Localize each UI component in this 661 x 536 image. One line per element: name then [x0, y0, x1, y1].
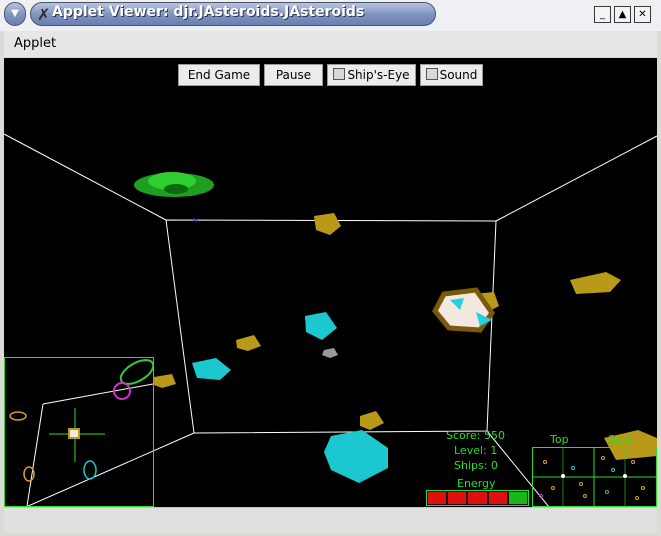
minimap-player — [68, 428, 80, 439]
energy-cell — [508, 492, 528, 504]
status-bar — [4, 507, 657, 533]
menu-bar: Applet — [4, 31, 657, 57]
sound-label: Sound — [439, 68, 478, 82]
asteroid-cyan — [192, 358, 231, 380]
asteroid-gold — [154, 374, 176, 388]
minimize-icon[interactable]: _ — [594, 6, 611, 23]
asteroid-gold — [570, 272, 621, 294]
gold-asteroids — [154, 213, 657, 460]
energy-cell — [448, 492, 467, 504]
side-label: Side — [608, 433, 632, 446]
title-bar: ▼ ✗ Applet Viewer: djr.JAsteroids.JAster… — [0, 0, 661, 31]
x-logo-icon: ✗ — [37, 5, 51, 24]
minimap-asteroid-cyan — [83, 460, 97, 480]
ships-eye-checkbox[interactable]: Ship's-Eye — [327, 64, 416, 86]
sound-checkbox[interactable]: Sound — [420, 64, 483, 86]
energy-bar — [426, 490, 529, 506]
ships-text: Ships: 0 — [454, 459, 498, 472]
sound-checkbox-box[interactable] — [425, 68, 438, 80]
alien-saucer — [134, 172, 214, 197]
ships-eye-label: Ship's-Eye — [347, 68, 410, 82]
ship-view-minimap — [4, 357, 154, 507]
window-menu-button[interactable]: ▼ — [4, 2, 26, 26]
arena-edge-tr — [495, 135, 657, 222]
window-title: Applet Viewer: djr.JAsteroids.JAsteroids — [52, 4, 365, 20]
minimap-saucer — [119, 359, 153, 385]
score-text: Score: 550 — [446, 429, 506, 442]
radar-panel — [532, 447, 657, 507]
energy-label: Energy — [457, 477, 496, 490]
energy-cell — [428, 492, 447, 504]
asteroid-gold — [314, 213, 341, 235]
arena-edge-tl — [4, 133, 167, 221]
end-game-button[interactable]: End Game — [178, 64, 260, 86]
top-label: Top — [550, 433, 569, 446]
ships-eye-checkbox-box[interactable] — [333, 68, 346, 80]
asteroid-grey — [322, 348, 338, 358]
asteroid-cyan — [305, 312, 337, 340]
minimap-drawing — [9, 359, 153, 506]
distant-object — [192, 218, 198, 222]
window-border — [657, 31, 661, 536]
asteroid-gold — [360, 411, 384, 430]
energy-cell — [468, 492, 487, 504]
radar-player-top — [561, 474, 565, 478]
game-viewport[interactable]: End Game Pause Ship's-Eye Sound Score: 5… — [4, 58, 657, 507]
cyan-asteroids — [192, 312, 388, 483]
minimap-asteroid — [9, 411, 27, 421]
energy-cell — [488, 492, 507, 504]
chevron-down-icon: ▼ — [11, 8, 19, 19]
pause-button[interactable]: Pause — [264, 64, 323, 86]
maximize-icon[interactable]: ▲ — [614, 6, 631, 23]
radar-player-side — [623, 474, 627, 478]
close-icon[interactable]: ✕ — [634, 6, 651, 23]
asteroid-gold — [236, 335, 261, 351]
level-text: Level: 1 — [454, 444, 498, 457]
radar-drawing — [533, 448, 656, 506]
asteroid-cyan-large — [324, 430, 388, 483]
menu-applet[interactable]: Applet — [14, 36, 56, 51]
